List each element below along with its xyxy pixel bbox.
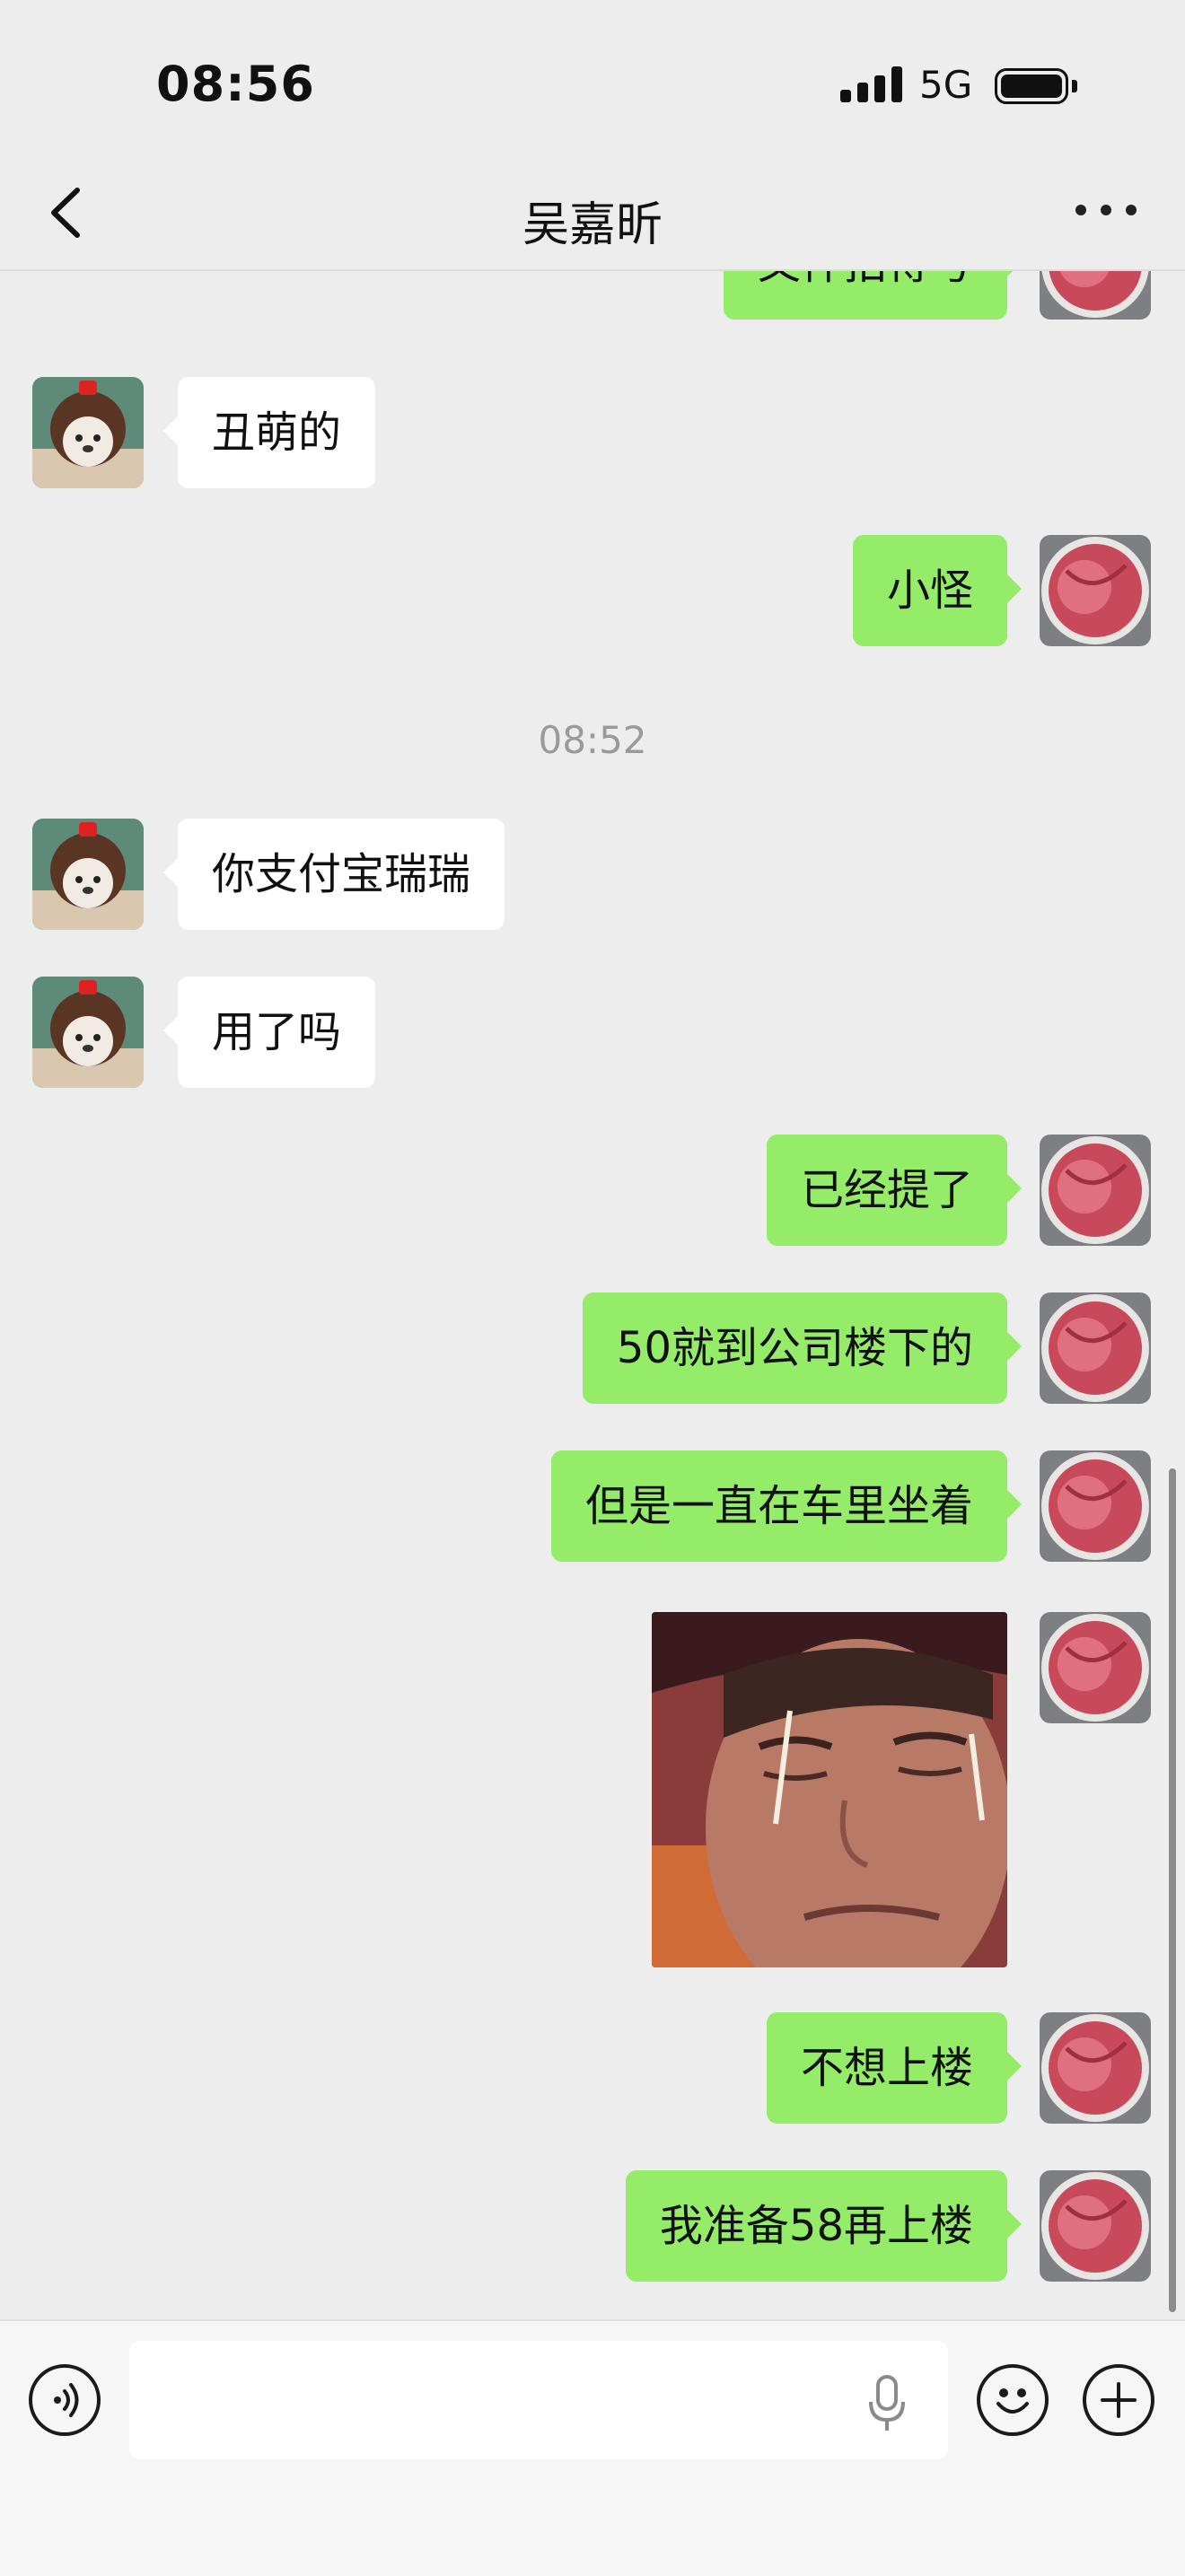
message-input[interactable] (129, 2341, 948, 2459)
self-avatar[interactable] (1040, 2012, 1151, 2124)
message-bubble-self[interactable]: 不想上楼 (766, 2012, 1023, 2124)
message-bubble-self[interactable]: 小怪 (852, 535, 1023, 646)
status-time: 08:56 (156, 56, 315, 112)
image-message[interactable] (652, 1612, 1007, 1967)
message-bubble-self[interactable]: 50就到公司楼下的 (582, 1292, 1023, 1404)
message-timestamp: 08:52 (538, 718, 647, 762)
self-avatar[interactable] (1040, 1292, 1151, 1404)
mic-icon[interactable] (865, 2375, 908, 2432)
input-bar (0, 2319, 1185, 2576)
battery-icon (995, 68, 1068, 104)
voice-icon[interactable] (29, 2364, 101, 2436)
contact-avatar[interactable] (32, 377, 144, 488)
message-bubble-self[interactable]: 但是一直在车里坐着 (550, 1450, 1023, 1562)
signal-icon (840, 66, 903, 102)
message-bubble-self[interactable]: 文件拍得号 (723, 271, 1023, 320)
message-bubble-other[interactable]: 你支付宝瑞瑞 (162, 819, 505, 930)
emoji-icon[interactable] (977, 2364, 1049, 2436)
message-bubble-other[interactable]: 丑萌的 (162, 377, 376, 488)
self-avatar[interactable] (1040, 1450, 1151, 1562)
self-avatar[interactable] (1040, 1612, 1151, 1723)
add-icon[interactable] (1083, 2364, 1154, 2436)
self-avatar[interactable] (1040, 1135, 1151, 1246)
message-bubble-self[interactable]: 我准备58再上楼 (625, 2170, 1023, 2282)
battery-tip (1072, 80, 1077, 92)
chat-title: 吴嘉昕 (522, 198, 663, 252)
more-icon[interactable] (1074, 201, 1138, 219)
self-avatar[interactable] (1040, 2170, 1151, 2282)
chat-header: 吴嘉昕 (0, 153, 1185, 271)
self-avatar[interactable] (1040, 271, 1151, 320)
message-bubble-self[interactable]: 已经提了 (766, 1135, 1023, 1246)
contact-avatar[interactable] (32, 977, 144, 1088)
message-list[interactable]: 文件拍得号 丑萌的 小怪 08:52 你支付宝瑞瑞 用了吗 已经提了 50就到公… (0, 271, 1185, 2318)
chat-scrollbar[interactable] (1169, 1468, 1176, 2312)
message-bubble-other[interactable]: 用了吗 (162, 977, 376, 1088)
self-avatar[interactable] (1040, 535, 1151, 646)
network-label: 5G (919, 63, 973, 107)
contact-avatar[interactable] (32, 819, 144, 930)
